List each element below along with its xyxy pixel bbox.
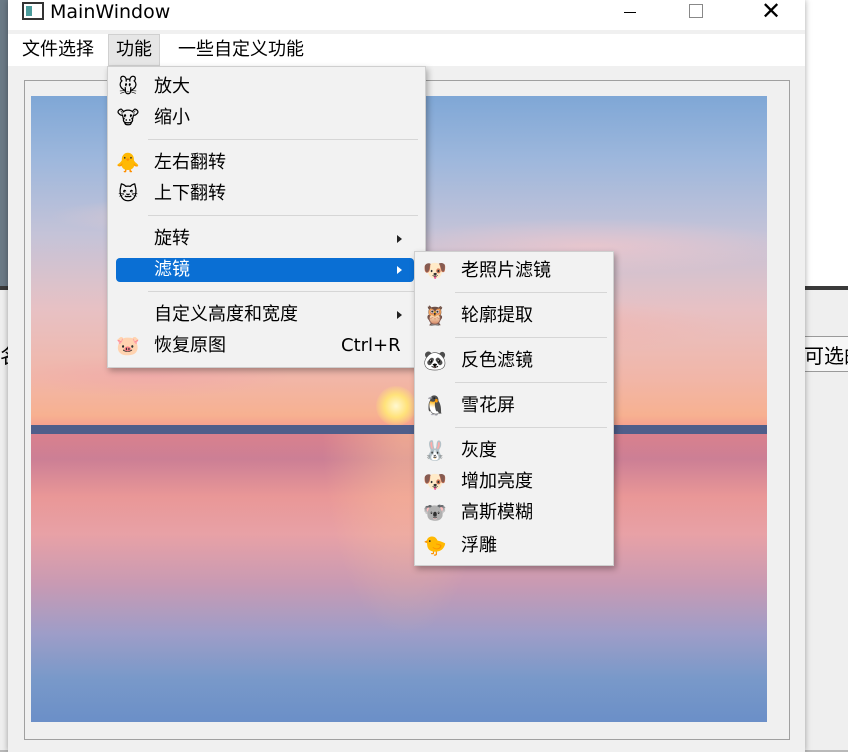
menu-item-label: 恢复原图 [154,335,226,356]
cow-face-icon: 🐮 [116,107,140,129]
mouse-face-icon: 🐭 [118,76,138,98]
submenu-item-gaussian-blur[interactable]: 🐨 高斯模糊 [415,499,613,527]
pig-face-icon: 🐷 [116,335,140,357]
background-text-right: 可选的 [804,344,848,368]
menu-item-rotate[interactable]: 旋转 [108,225,425,253]
maximize-button[interactable] [672,0,718,30]
close-button[interactable]: ✕ [748,0,794,30]
minimize-button[interactable] [606,0,652,30]
menu-separator [455,292,607,293]
menu-item-label: 旋转 [154,228,190,249]
menu-item-zoom-in[interactable]: 🐭 放大 [108,73,425,101]
menu-item-filter[interactable]: 滤镜 [108,256,425,284]
menu-function[interactable]: 功能 [108,34,160,66]
function-menu: 🐭 放大 🐮 缩小 🐥 左右翻转 🐱 上下翻转 旋转 滤镜 自定义高度和宽度 🐷… [107,66,426,368]
submenu-arrow-icon [397,266,402,274]
submenu-item-edge-extract[interactable]: 🦉 轮廓提取 [415,302,613,330]
menu-file-select[interactable]: 文件选择 [15,34,101,66]
menu-item-label: 老照片滤镜 [461,260,551,281]
owl-face-icon: 🦉 [423,305,447,327]
cat-face-icon: 🐱 [118,183,138,205]
menu-item-flip-horizontal[interactable]: 🐥 左右翻转 [108,149,425,177]
shortcut-label: Ctrl+R [341,335,401,356]
menu-separator [455,427,607,428]
menu-separator [148,291,418,292]
menu-item-label: 缩小 [154,107,190,128]
menu-item-label: 轮廓提取 [461,305,533,326]
menu-item-label: 高斯模糊 [461,502,533,523]
filter-submenu: 🐶 老照片滤镜 🦉 轮廓提取 🐼 反色滤镜 🐧 雪花屏 🐰 灰度 🐶 增加亮度 … [414,251,614,566]
close-icon: ✕ [760,0,782,25]
image-sun [376,386,416,426]
menu-separator [148,215,418,216]
menu-separator [455,337,607,338]
submenu-item-grayscale[interactable]: 🐰 灰度 [415,437,613,465]
background-window-edge [0,0,8,290]
title-bar[interactable]: MainWindow ✕ [8,0,805,30]
chick-face-icon: 🐤 [423,535,447,557]
chick-face-icon: 🐥 [116,152,140,174]
image-horizon [31,425,767,434]
rabbit-face-icon: 🐰 [423,440,447,462]
submenu-item-old-photo[interactable]: 🐶 老照片滤镜 [415,257,613,285]
menu-item-label: 增加亮度 [461,471,533,492]
menu-item-label: 上下翻转 [154,183,226,204]
menu-item-restore[interactable]: 🐷 恢复原图 Ctrl+R [108,332,425,360]
menu-item-label: 滤镜 [154,259,190,280]
menu-item-label: 灰度 [461,440,497,461]
submenu-arrow-icon [397,311,402,319]
menu-item-label: 反色滤镜 [461,350,533,371]
panda-face-icon: 🐼 [423,350,447,372]
menu-item-label: 自定义高度和宽度 [154,304,298,325]
menu-item-custom-size[interactable]: 自定义高度和宽度 [108,301,425,329]
menu-item-label: 左右翻转 [154,152,226,173]
koala-face-icon: 🐨 [423,502,447,524]
app-icon [22,2,44,20]
window-title: MainWindow [50,1,171,23]
penguin-icon: 🐧 [423,395,447,417]
menu-bar: 文件选择 功能 一些自定义功能 [8,34,805,66]
menu-item-zoom-out[interactable]: 🐮 缩小 [108,104,425,132]
menu-separator [148,139,418,140]
submenu-item-brightness[interactable]: 🐶 增加亮度 [415,468,613,496]
submenu-item-emboss[interactable]: 🐤 浮雕 [415,532,613,560]
pug-face-icon: 🐶 [423,471,447,493]
submenu-item-snow-noise[interactable]: 🐧 雪花屏 [415,392,613,420]
menu-item-label: 浮雕 [461,535,497,556]
menu-item-flip-vertical[interactable]: 🐱 上下翻转 [108,180,425,208]
submenu-arrow-icon [397,235,402,243]
menu-item-label: 放大 [154,76,190,97]
submenu-item-invert[interactable]: 🐼 反色滤镜 [415,347,613,375]
menu-separator [455,382,607,383]
menu-custom-functions[interactable]: 一些自定义功能 [171,34,311,66]
menu-item-label: 雪花屏 [461,395,515,416]
dog-face-icon: 🐶 [423,260,447,282]
